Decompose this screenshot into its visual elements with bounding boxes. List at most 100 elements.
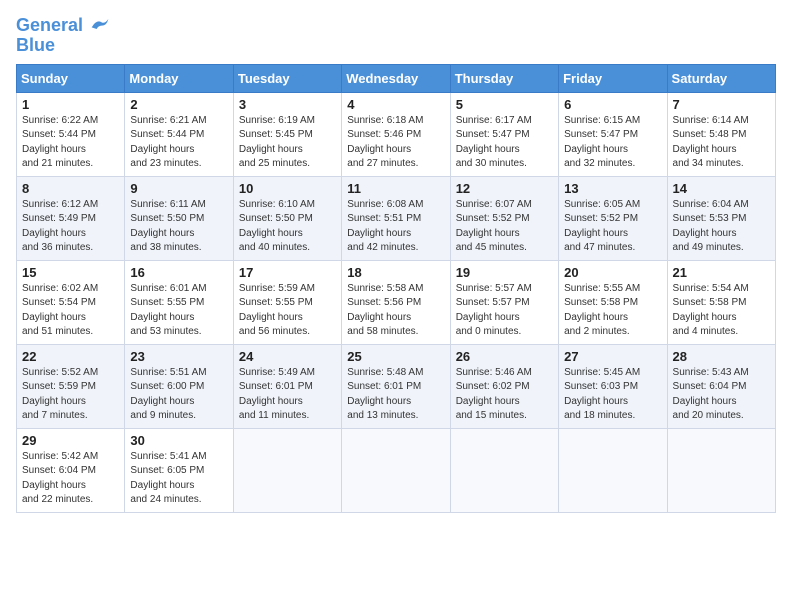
day-number: 28	[673, 349, 770, 364]
calendar-cell: 6 Sunrise: 6:15 AMSunset: 5:47 PMDayligh…	[559, 92, 667, 176]
logo-text: General	[16, 16, 110, 36]
calendar-cell: 23 Sunrise: 5:51 AMSunset: 6:00 PMDaylig…	[125, 344, 233, 428]
day-info: Sunrise: 5:42 AMSunset: 6:04 PMDaylight …	[22, 450, 119, 508]
calendar-cell: 16 Sunrise: 6:01 AMSunset: 5:55 PMDaylig…	[125, 260, 233, 344]
calendar-cell: 29 Sunrise: 5:42 AMSunset: 6:04 PMDaylig…	[17, 428, 125, 512]
calendar-cell: 18 Sunrise: 5:58 AMSunset: 5:56 PMDaylig…	[342, 260, 450, 344]
day-info: Sunrise: 5:58 AMSunset: 5:56 PMDaylight …	[347, 282, 444, 340]
day-info: Sunrise: 6:04 AMSunset: 5:53 PMDaylight …	[673, 198, 770, 256]
calendar-cell: 2 Sunrise: 6:21 AMSunset: 5:44 PMDayligh…	[125, 92, 233, 176]
calendar-cell: 19 Sunrise: 5:57 AMSunset: 5:57 PMDaylig…	[450, 260, 558, 344]
day-number: 5	[456, 97, 553, 112]
day-number: 29	[22, 433, 119, 448]
day-number: 1	[22, 97, 119, 112]
calendar-cell: 4 Sunrise: 6:18 AMSunset: 5:46 PMDayligh…	[342, 92, 450, 176]
calendar-cell: 20 Sunrise: 5:55 AMSunset: 5:58 PMDaylig…	[559, 260, 667, 344]
day-info: Sunrise: 5:43 AMSunset: 6:04 PMDaylight …	[673, 366, 770, 424]
calendar-week-4: 22 Sunrise: 5:52 AMSunset: 5:59 PMDaylig…	[17, 344, 776, 428]
col-header-thursday: Thursday	[450, 64, 558, 92]
day-info: Sunrise: 6:18 AMSunset: 5:46 PMDaylight …	[347, 114, 444, 172]
day-info: Sunrise: 6:21 AMSunset: 5:44 PMDaylight …	[130, 114, 227, 172]
calendar-cell: 3 Sunrise: 6:19 AMSunset: 5:45 PMDayligh…	[233, 92, 341, 176]
day-info: Sunrise: 5:55 AMSunset: 5:58 PMDaylight …	[564, 282, 661, 340]
day-number: 26	[456, 349, 553, 364]
day-number: 10	[239, 181, 336, 196]
calendar-cell: 22 Sunrise: 5:52 AMSunset: 5:59 PMDaylig…	[17, 344, 125, 428]
day-number: 7	[673, 97, 770, 112]
day-info: Sunrise: 6:07 AMSunset: 5:52 PMDaylight …	[456, 198, 553, 256]
calendar-week-1: 1 Sunrise: 6:22 AMSunset: 5:44 PMDayligh…	[17, 92, 776, 176]
day-info: Sunrise: 5:49 AMSunset: 6:01 PMDaylight …	[239, 366, 336, 424]
day-info: Sunrise: 6:12 AMSunset: 5:49 PMDaylight …	[22, 198, 119, 256]
day-number: 2	[130, 97, 227, 112]
col-header-friday: Friday	[559, 64, 667, 92]
day-number: 21	[673, 265, 770, 280]
day-info: Sunrise: 6:02 AMSunset: 5:54 PMDaylight …	[22, 282, 119, 340]
day-number: 3	[239, 97, 336, 112]
day-info: Sunrise: 5:46 AMSunset: 6:02 PMDaylight …	[456, 366, 553, 424]
calendar-cell: 17 Sunrise: 5:59 AMSunset: 5:55 PMDaylig…	[233, 260, 341, 344]
day-info: Sunrise: 5:45 AMSunset: 6:03 PMDaylight …	[564, 366, 661, 424]
col-header-wednesday: Wednesday	[342, 64, 450, 92]
calendar-cell	[559, 428, 667, 512]
calendar-cell: 30 Sunrise: 5:41 AMSunset: 6:05 PMDaylig…	[125, 428, 233, 512]
calendar-cell: 8 Sunrise: 6:12 AMSunset: 5:49 PMDayligh…	[17, 176, 125, 260]
day-info: Sunrise: 6:01 AMSunset: 5:55 PMDaylight …	[130, 282, 227, 340]
calendar-cell: 1 Sunrise: 6:22 AMSunset: 5:44 PMDayligh…	[17, 92, 125, 176]
calendar-cell	[450, 428, 558, 512]
logo: General Blue	[16, 16, 110, 56]
day-number: 27	[564, 349, 661, 364]
day-info: Sunrise: 6:14 AMSunset: 5:48 PMDaylight …	[673, 114, 770, 172]
day-number: 14	[673, 181, 770, 196]
day-info: Sunrise: 5:57 AMSunset: 5:57 PMDaylight …	[456, 282, 553, 340]
day-info: Sunrise: 6:19 AMSunset: 5:45 PMDaylight …	[239, 114, 336, 172]
day-info: Sunrise: 5:41 AMSunset: 6:05 PMDaylight …	[130, 450, 227, 508]
page-header: General Blue	[16, 16, 776, 56]
day-number: 4	[347, 97, 444, 112]
day-info: Sunrise: 6:05 AMSunset: 5:52 PMDaylight …	[564, 198, 661, 256]
calendar-cell: 10 Sunrise: 6:10 AMSunset: 5:50 PMDaylig…	[233, 176, 341, 260]
day-number: 18	[347, 265, 444, 280]
calendar-cell: 11 Sunrise: 6:08 AMSunset: 5:51 PMDaylig…	[342, 176, 450, 260]
calendar-cell: 25 Sunrise: 5:48 AMSunset: 6:01 PMDaylig…	[342, 344, 450, 428]
day-number: 16	[130, 265, 227, 280]
day-info: Sunrise: 6:17 AMSunset: 5:47 PMDaylight …	[456, 114, 553, 172]
calendar-cell: 26 Sunrise: 5:46 AMSunset: 6:02 PMDaylig…	[450, 344, 558, 428]
day-number: 13	[564, 181, 661, 196]
day-number: 6	[564, 97, 661, 112]
day-info: Sunrise: 6:11 AMSunset: 5:50 PMDaylight …	[130, 198, 227, 256]
col-header-saturday: Saturday	[667, 64, 775, 92]
day-number: 19	[456, 265, 553, 280]
day-number: 8	[22, 181, 119, 196]
calendar-cell: 15 Sunrise: 6:02 AMSunset: 5:54 PMDaylig…	[17, 260, 125, 344]
calendar-table: SundayMondayTuesdayWednesdayThursdayFrid…	[16, 64, 776, 513]
calendar-cell: 24 Sunrise: 5:49 AMSunset: 6:01 PMDaylig…	[233, 344, 341, 428]
calendar-cell: 9 Sunrise: 6:11 AMSunset: 5:50 PMDayligh…	[125, 176, 233, 260]
calendar-cell	[667, 428, 775, 512]
calendar-cell	[233, 428, 341, 512]
day-info: Sunrise: 6:08 AMSunset: 5:51 PMDaylight …	[347, 198, 444, 256]
logo-general: General	[16, 15, 83, 35]
logo-blue: Blue	[16, 36, 55, 56]
day-info: Sunrise: 6:22 AMSunset: 5:44 PMDaylight …	[22, 114, 119, 172]
day-info: Sunrise: 6:10 AMSunset: 5:50 PMDaylight …	[239, 198, 336, 256]
day-number: 30	[130, 433, 227, 448]
calendar-cell: 12 Sunrise: 6:07 AMSunset: 5:52 PMDaylig…	[450, 176, 558, 260]
calendar-cell: 14 Sunrise: 6:04 AMSunset: 5:53 PMDaylig…	[667, 176, 775, 260]
day-info: Sunrise: 6:15 AMSunset: 5:47 PMDaylight …	[564, 114, 661, 172]
day-number: 22	[22, 349, 119, 364]
calendar-cell	[342, 428, 450, 512]
calendar-cell: 5 Sunrise: 6:17 AMSunset: 5:47 PMDayligh…	[450, 92, 558, 176]
calendar-week-2: 8 Sunrise: 6:12 AMSunset: 5:49 PMDayligh…	[17, 176, 776, 260]
calendar-cell: 21 Sunrise: 5:54 AMSunset: 5:58 PMDaylig…	[667, 260, 775, 344]
day-info: Sunrise: 5:48 AMSunset: 6:01 PMDaylight …	[347, 366, 444, 424]
col-header-monday: Monday	[125, 64, 233, 92]
calendar-cell: 7 Sunrise: 6:14 AMSunset: 5:48 PMDayligh…	[667, 92, 775, 176]
day-number: 15	[22, 265, 119, 280]
day-info: Sunrise: 5:59 AMSunset: 5:55 PMDaylight …	[239, 282, 336, 340]
day-info: Sunrise: 5:52 AMSunset: 5:59 PMDaylight …	[22, 366, 119, 424]
day-info: Sunrise: 5:51 AMSunset: 6:00 PMDaylight …	[130, 366, 227, 424]
logo-bird-icon	[90, 17, 110, 31]
day-number: 24	[239, 349, 336, 364]
day-number: 17	[239, 265, 336, 280]
